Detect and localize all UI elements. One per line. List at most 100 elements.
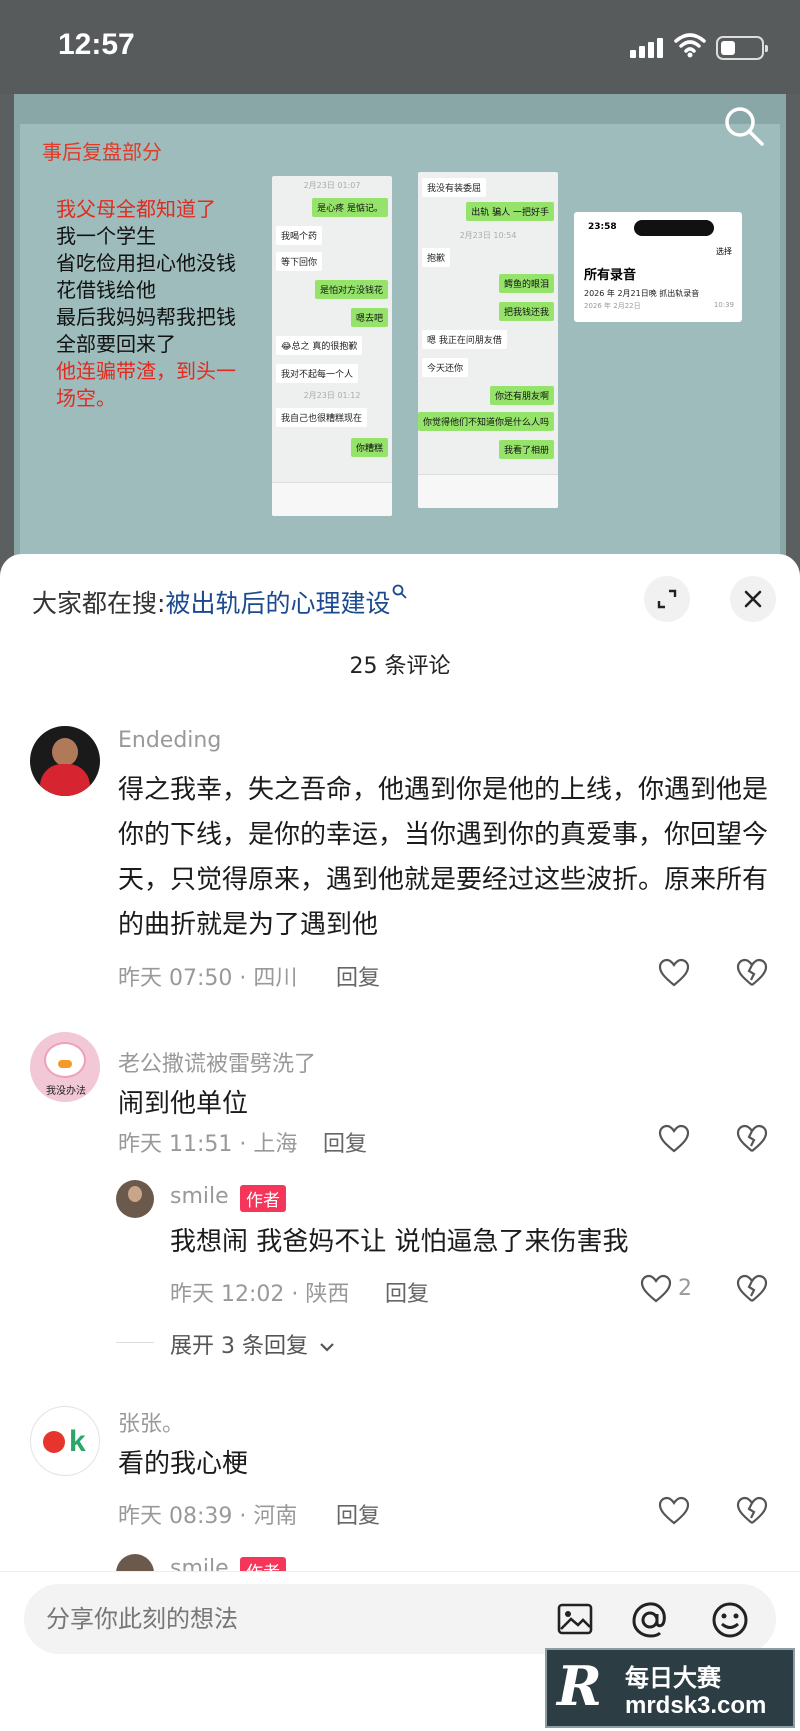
chat-timestamp: 2月23日 10:54: [459, 231, 517, 240]
expand-divider: [116, 1342, 154, 1343]
reply-button[interactable]: 回复: [336, 960, 380, 992]
author-tag: 作者: [240, 1185, 286, 1212]
chat-input-bar: [272, 482, 392, 516]
comment-author[interactable]: 老公撒谎被雷劈洗了: [118, 1046, 316, 1078]
chat-message: 我看了相册: [498, 440, 554, 459]
avatar[interactable]: [116, 1180, 154, 1218]
reply-meta: 昨天 12:02 · 陕西: [170, 1282, 350, 1307]
comment-author[interactable]: Endeding: [118, 728, 221, 753]
chat-message: 是心疼 是惦记。: [312, 198, 388, 217]
chat-message: 😂总之 真的很抱歉: [276, 336, 363, 355]
chevron-down-icon: [320, 1343, 334, 1352]
status-bar: 12:57: [0, 0, 800, 94]
search-icon[interactable]: [722, 104, 766, 148]
dislike-broken-heart-icon[interactable]: [736, 1496, 768, 1526]
expand-replies-label: 展开 3 条回复: [170, 1334, 308, 1359]
dislike-broken-heart-icon[interactable]: [736, 1274, 768, 1304]
chat-message: 我没有装委屈: [422, 178, 487, 197]
mention-icon[interactable]: [630, 1600, 670, 1640]
status-time: 12:57: [58, 28, 135, 61]
recordings-heading: 所有录音: [584, 268, 637, 283]
recording-duration: 10:39: [713, 301, 734, 309]
hot-search-term[interactable]: 被出轨后的心理建设: [165, 589, 390, 618]
story-line: 全部要回来了: [56, 332, 176, 356]
select-label: 选择: [716, 247, 732, 256]
chat-timestamp: 2月23日 01:07: [303, 181, 361, 190]
comment-text: 得之我幸，失之吾命，他遇到你是他的上线，你遇到他是你的下线，是你的幸运，当你遇到…: [118, 775, 769, 940]
like-heart-icon[interactable]: [640, 1274, 672, 1304]
comment-meta: 昨天 08:39 · 河南: [118, 1504, 298, 1529]
story-line: 花借钱给他: [56, 278, 156, 302]
chat-screenshot-1: 2月23日 01:07 是心疼 是惦记。 我喝个药 等下回你 是怕对方没钱花 嗯…: [272, 176, 392, 516]
chat-message: 我自己也很糟糕现在: [276, 408, 368, 427]
chat-message: 今天还你: [422, 358, 469, 377]
expand-button[interactable]: [644, 576, 690, 622]
small-search-icon: [393, 584, 408, 599]
dislike-broken-heart-icon[interactable]: [736, 1124, 768, 1154]
emoji-icon[interactable]: [710, 1600, 750, 1640]
story-line: 我一个学生: [56, 224, 156, 248]
hot-search[interactable]: 大家都在搜:被出轨后的心理建设: [32, 584, 408, 620]
comment-count: 25 条评论: [349, 654, 451, 679]
chat-message: 你糟糕: [350, 438, 388, 457]
like-heart-icon[interactable]: [658, 1124, 690, 1154]
watermark-logo: R: [557, 1654, 602, 1718]
slide-title: 事后复盘部分: [42, 140, 162, 164]
chat-message: 把我钱还我: [498, 302, 554, 321]
cellular-signal-icon: [630, 36, 666, 58]
dislike-broken-heart-icon[interactable]: [736, 958, 768, 988]
like-heart-icon[interactable]: [658, 1496, 690, 1526]
chat-message: 是怕对方没钱花: [314, 280, 388, 299]
chat-message: 抱歉: [422, 248, 451, 267]
comment-author[interactable]: 张张。: [118, 1406, 184, 1438]
battery-icon: [716, 36, 768, 60]
story-line: 省吃俭用担心他没钱: [56, 251, 236, 275]
wifi-icon: [674, 33, 706, 58]
chat-message: 你还有朋友啊: [489, 386, 554, 405]
chat-message: 鳄鱼的眼泪: [498, 274, 554, 293]
recording-date: 2026 年 2月22日: [584, 302, 641, 310]
reply-button[interactable]: 回复: [385, 1276, 429, 1308]
slide: 事后复盘部分 我父母全都知道了 我一个学生 省吃俭用担心他没钱 花借钱给他 最后我妈妈帮…: [20, 124, 780, 554]
video-player[interactable]: 事后复盘部分 我父母全都知道了 我一个学生 省吃俭用担心他没钱 花借钱给他 最后我妈妈帮…: [14, 94, 786, 560]
chat-message: 你觉得他们不知道你是什么人吗: [418, 412, 554, 431]
chat-message: 我对不起每一个人: [276, 364, 359, 383]
comment-text: 看的我心梗: [118, 1449, 249, 1479]
expand-replies-button[interactable]: 展开 3 条回复: [170, 1328, 335, 1360]
comment-meta: 昨天 07:50 · 四川: [118, 966, 298, 991]
avatar[interactable]: 我没办法: [30, 1032, 100, 1102]
reply-author[interactable]: smile: [170, 1184, 229, 1209]
dynamic-island: [634, 220, 714, 236]
comment-input[interactable]: [46, 1596, 526, 1642]
story-line: 他连骗带渣，到头一: [56, 359, 236, 383]
comment-text: 闹到他单位: [118, 1089, 249, 1119]
chat-screenshot-2: 我没有装委屈 出轨 骗人 一把好手 2月23日 10:54 抱歉 鳄鱼的眼泪 把…: [418, 172, 558, 508]
watermark-line2: mrdsk3.com: [625, 1692, 767, 1719]
watermark: R 每日大赛 mrdsk3.com: [545, 1648, 795, 1728]
chat-message: 嗯去吧: [350, 308, 388, 327]
recordings-screenshot: 23:58 选择 所有录音 2026 年 2月21日晚 抓出轨录音 2026 年…: [574, 212, 742, 322]
avatar[interactable]: k: [30, 1406, 100, 1476]
close-button[interactable]: [730, 576, 776, 622]
chat-message: 等下回你: [276, 252, 323, 271]
avatar-caption: 我没办法: [46, 1086, 86, 1097]
reply-button[interactable]: 回复: [336, 1498, 380, 1530]
comment-meta: 昨天 11:51 · 上海: [118, 1132, 298, 1157]
comment-sheet: 大家都在搜:被出轨后的心理建设 25 条评论 Endeding 得之我幸，失之吾…: [0, 554, 800, 1731]
avatar[interactable]: [30, 726, 100, 796]
story-line: 我父母全都知道了: [56, 197, 216, 221]
recording-title: 2026 年 2月21日晚 抓出轨录音: [584, 289, 700, 298]
reply-button[interactable]: 回复: [323, 1126, 367, 1158]
like-heart-icon[interactable]: [658, 958, 690, 988]
close-icon: [744, 590, 762, 608]
image-icon[interactable]: [556, 1600, 594, 1638]
chat-timestamp: 2月23日 01:12: [303, 391, 361, 400]
chat-message: 出轨 骗人 一把好手: [466, 202, 554, 221]
chat-input-bar: [418, 474, 558, 508]
comment-input-container[interactable]: [24, 1584, 776, 1654]
chat-message: 我喝个药: [276, 226, 323, 245]
like-count: 2: [678, 1276, 692, 1301]
story-line: 场空。: [56, 386, 116, 410]
hot-search-prefix: 大家都在搜:: [32, 589, 166, 618]
phone-clock: 23:58: [588, 222, 617, 232]
